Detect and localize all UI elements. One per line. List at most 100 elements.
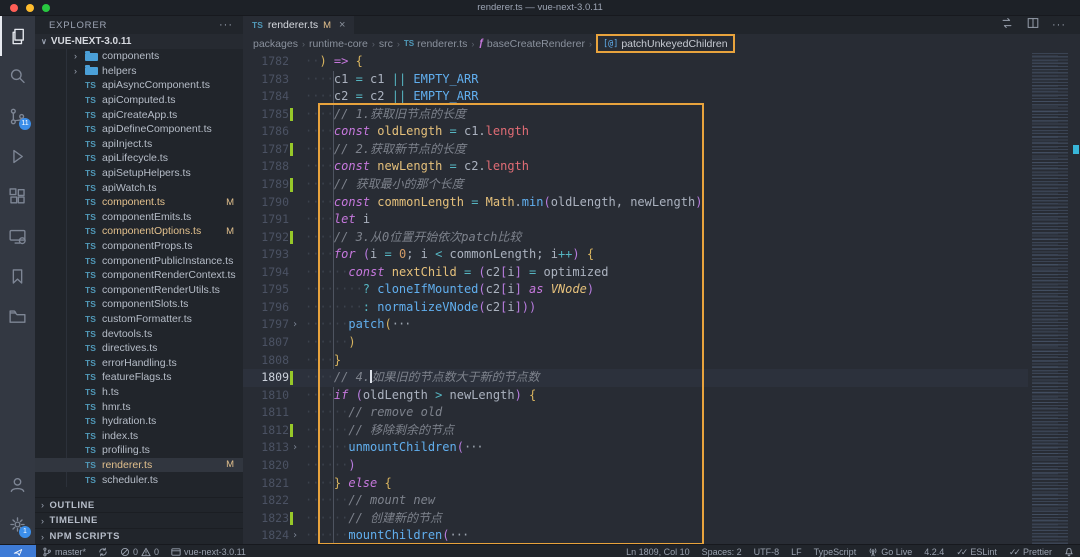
file-errorHandling-ts[interactable]: TS errorHandling.ts bbox=[35, 355, 243, 370]
code-line-1820[interactable]: 1820 ······) bbox=[243, 457, 1080, 475]
breadcrumb-patchUnkeyedChildren[interactable]: [@] patchUnkeyedChildren bbox=[595, 34, 735, 53]
activity-account[interactable] bbox=[0, 464, 35, 504]
activity-project-manager[interactable] bbox=[0, 296, 35, 336]
code-line-1788[interactable]: 1788 ····const newLength = c2.length bbox=[243, 158, 1080, 176]
section-outline[interactable]: › OUTLINE bbox=[35, 496, 243, 513]
status-remote-indicator[interactable] bbox=[0, 545, 36, 557]
activity-source-control[interactable]: 11 bbox=[0, 96, 35, 136]
code-line-1786[interactable]: 1786 ····const oldLength = c1.length bbox=[243, 123, 1080, 141]
activity-bookmarks[interactable] bbox=[0, 256, 35, 296]
activity-remote-explorer[interactable] bbox=[0, 216, 35, 256]
fold-chevron-icon[interactable]: › bbox=[292, 527, 298, 544]
fold-chevron-icon[interactable]: › bbox=[292, 316, 298, 334]
breadcrumb-renderer-ts[interactable]: TS renderer.ts bbox=[404, 38, 467, 50]
file-apiDefineComponent-ts[interactable]: TS apiDefineComponent.ts bbox=[35, 122, 243, 137]
status-cursor-position[interactable]: Ln 1809, Col 10 bbox=[620, 545, 696, 557]
activity-settings[interactable]: 1 bbox=[0, 504, 35, 544]
section-timeline[interactable]: › TIMELINE bbox=[35, 512, 243, 528]
status-indentation[interactable]: Spaces: 2 bbox=[696, 545, 748, 557]
activity-explorer[interactable] bbox=[0, 16, 35, 56]
file-componentPublicInstance-ts[interactable]: TS componentPublicInstance.ts bbox=[35, 253, 243, 268]
code-line-1797[interactable]: 1797 › ······patch(··· bbox=[243, 316, 1080, 334]
file-h-ts[interactable]: TS h.ts bbox=[35, 385, 243, 400]
code-line-1784[interactable]: 1784 ····c2 = c2 || EMPTY_ARR bbox=[243, 88, 1080, 106]
file-componentRenderContext-ts[interactable]: TS componentRenderContext.ts bbox=[35, 268, 243, 283]
status-eslint[interactable]: ✓✓ ESLint bbox=[950, 545, 1003, 557]
status-prettier[interactable]: ✓✓ Prettier bbox=[1003, 545, 1058, 557]
file-devtools-ts[interactable]: TS devtools.ts bbox=[35, 326, 243, 341]
code-line-1809[interactable]: 1809 ····// 4. 如果旧的节点数大于新的节点数 bbox=[243, 369, 1080, 387]
code-area[interactable]: 1782 ··) => {1783 ····c1 = c1 || EMPTY_ARR… bbox=[243, 53, 1080, 544]
status-go-live[interactable]: Go Live bbox=[862, 545, 918, 557]
status-sync[interactable] bbox=[92, 545, 114, 557]
file-customFormatter-ts[interactable]: TS customFormatter.ts bbox=[35, 312, 243, 327]
code-line-1795[interactable]: 1795 ········? cloneIfMounted(c2[i] as VN… bbox=[243, 281, 1080, 299]
file-components[interactable]: › components bbox=[35, 49, 243, 64]
file-profiling-ts[interactable]: TS profiling.ts bbox=[35, 443, 243, 458]
code-line-1787[interactable]: 1787 ····// 2.获取新节点的长度 bbox=[243, 141, 1080, 159]
code-line-1793[interactable]: 1793 ····for (i = 0; i < commonLength; i+… bbox=[243, 246, 1080, 264]
code-line-1824[interactable]: 1824 › ······mountChildren(··· bbox=[243, 527, 1080, 544]
file-hmr-ts[interactable]: TS hmr.ts bbox=[35, 399, 243, 414]
breadcrumb-runtime-core[interactable]: runtime-core bbox=[309, 38, 368, 50]
file-componentEmits-ts[interactable]: TS componentEmits.ts bbox=[35, 210, 243, 225]
file-renderer-ts[interactable]: TS renderer.ts M bbox=[35, 457, 243, 473]
code-line-1810[interactable]: 1810 ····if (oldLength > newLength) { bbox=[243, 387, 1080, 405]
file-component-ts[interactable]: TS component.ts M bbox=[35, 195, 243, 210]
code-line-1790[interactable]: 1790 ····const commonLength = Math.min(ol… bbox=[243, 194, 1080, 212]
file-apiCreateApp-ts[interactable]: TS apiCreateApp.ts bbox=[35, 107, 243, 122]
code-line-1813[interactable]: 1813 › ······unmountChildren(··· bbox=[243, 439, 1080, 457]
code-line-1789[interactable]: 1789 ····// 获取最小的那个长度 bbox=[243, 176, 1080, 194]
code-line-1794[interactable]: 1794 ······const nextChild = (c2[i] = opt… bbox=[243, 264, 1080, 282]
code-line-1808[interactable]: 1808 ····} bbox=[243, 352, 1080, 370]
minimap[interactable] bbox=[1028, 53, 1080, 544]
file-componentSlots-ts[interactable]: TS componentSlots.ts bbox=[35, 297, 243, 312]
code-line-1807[interactable]: 1807 ······) bbox=[243, 334, 1080, 352]
code-line-1812[interactable]: 1812 ······// 移除剩余的节点 bbox=[243, 422, 1080, 440]
breadcrumb-baseCreateRenderer[interactable]: ƒ baseCreateRenderer bbox=[478, 38, 585, 50]
status-language-mode[interactable]: TypeScript bbox=[808, 545, 863, 557]
breadcrumb-src[interactable]: src bbox=[379, 38, 393, 50]
close-tab-icon[interactable]: × bbox=[339, 19, 345, 31]
code-line-1785[interactable]: 1785 ····// 1.获取旧节点的长度 bbox=[243, 106, 1080, 124]
code-line-1796[interactable]: 1796 ········: normalizeVNode(c2[i])) bbox=[243, 299, 1080, 317]
code-line-1822[interactable]: 1822 ······// mount new bbox=[243, 492, 1080, 510]
file-apiAsyncComponent-ts[interactable]: TS apiAsyncComponent.ts bbox=[35, 78, 243, 93]
file-apiSetupHelpers-ts[interactable]: TS apiSetupHelpers.ts bbox=[35, 166, 243, 181]
file-helpers[interactable]: › helpers bbox=[35, 64, 243, 79]
file-apiComputed-ts[interactable]: TS apiComputed.ts bbox=[35, 93, 243, 108]
status-git-branch[interactable]: master* bbox=[36, 545, 92, 557]
section-npm-scripts[interactable]: › NPM SCRIPTS bbox=[35, 528, 243, 544]
code-line-1811[interactable]: 1811 ······// remove old bbox=[243, 404, 1080, 422]
file-apiWatch-ts[interactable]: TS apiWatch.ts bbox=[35, 180, 243, 195]
status-eol[interactable]: LF bbox=[785, 545, 808, 557]
code-line-1821[interactable]: 1821 ····} else { bbox=[243, 475, 1080, 493]
status-notifications[interactable] bbox=[1058, 545, 1080, 557]
editor-more-actions-icon[interactable]: ··· bbox=[1052, 19, 1066, 31]
file-apiLifecycle-ts[interactable]: TS apiLifecycle.ts bbox=[35, 151, 243, 166]
breadcrumb-packages[interactable]: packages bbox=[253, 38, 298, 50]
file-componentOptions-ts[interactable]: TS componentOptions.ts M bbox=[35, 224, 243, 239]
file-featureFlags-ts[interactable]: TS featureFlags.ts bbox=[35, 370, 243, 385]
status-version[interactable]: 4.2.4 bbox=[918, 545, 950, 557]
activity-search[interactable] bbox=[0, 56, 35, 96]
status-workspace[interactable]: vue-next-3.0.11 bbox=[165, 545, 252, 557]
code-line-1823[interactable]: 1823 ······// 创建新的节点 bbox=[243, 510, 1080, 528]
file-componentProps-ts[interactable]: TS componentProps.ts bbox=[35, 239, 243, 254]
explorer-more-actions-icon[interactable]: ··· bbox=[219, 19, 233, 31]
code-line-1782[interactable]: 1782 ··) => { bbox=[243, 53, 1080, 71]
fold-chevron-icon[interactable]: › bbox=[292, 439, 298, 457]
split-editor-icon[interactable] bbox=[1026, 16, 1040, 35]
file-componentRenderUtils-ts[interactable]: TS componentRenderUtils.ts bbox=[35, 283, 243, 298]
code-line-1792[interactable]: 1792 ····// 3.从0位置开始依次patch比较 bbox=[243, 229, 1080, 247]
status-encoding[interactable]: UTF-8 bbox=[748, 545, 786, 557]
tab-renderer-ts[interactable]: TS renderer.ts M × bbox=[243, 16, 355, 34]
activity-extensions[interactable] bbox=[0, 176, 35, 216]
status-problems[interactable]: 00 bbox=[114, 545, 165, 557]
file-apiInject-ts[interactable]: TS apiInject.ts bbox=[35, 137, 243, 152]
file-hydration-ts[interactable]: TS hydration.ts bbox=[35, 414, 243, 429]
file-index-ts[interactable]: TS index.ts bbox=[35, 428, 243, 443]
file-scheduler-ts[interactable]: TS scheduler.ts bbox=[35, 472, 243, 487]
activity-run-debug[interactable] bbox=[0, 136, 35, 176]
open-changes-icon[interactable] bbox=[1000, 16, 1014, 35]
